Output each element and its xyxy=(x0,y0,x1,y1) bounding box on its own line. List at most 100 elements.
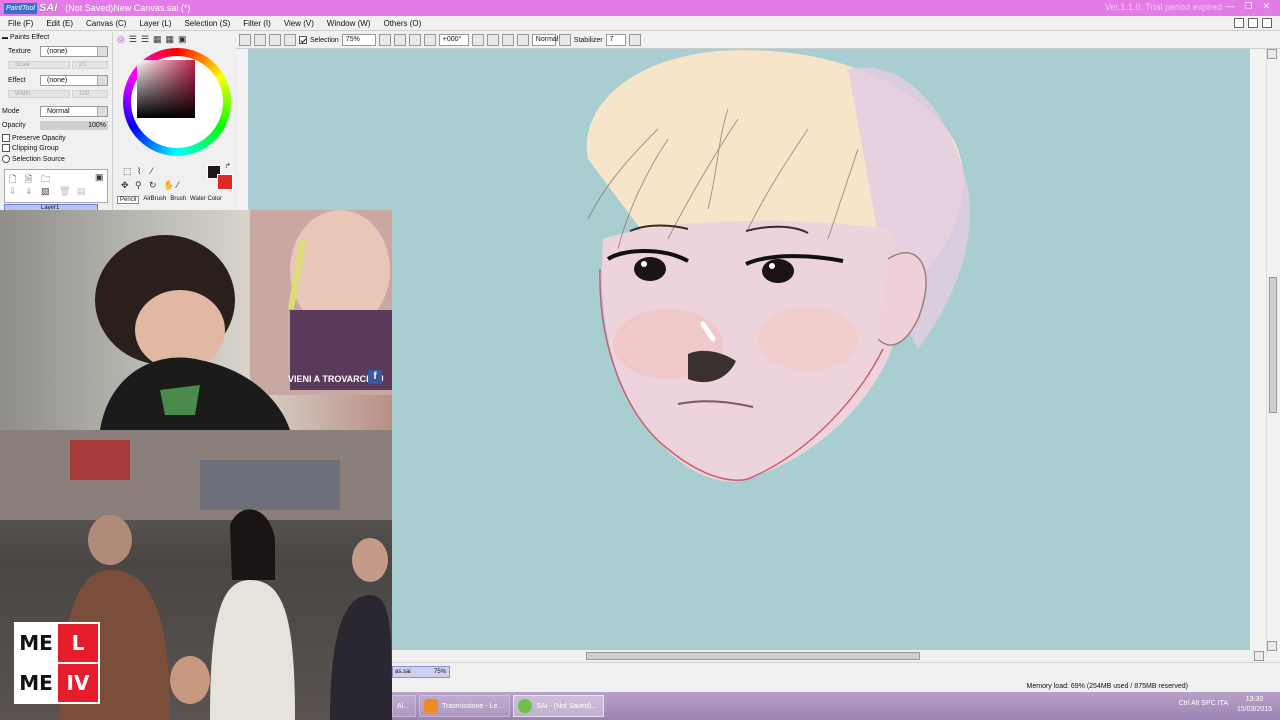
stabilizer-field[interactable]: 7 xyxy=(605,34,626,46)
effect-strength-slider[interactable]: 100 xyxy=(72,90,108,98)
texture-scale-slider[interactable]: Scale xyxy=(8,61,70,69)
menu-window[interactable]: Window (W) xyxy=(327,19,371,28)
rotate-right-button[interactable] xyxy=(486,34,499,46)
zoom-icon[interactable]: ⚲ xyxy=(135,180,142,191)
paint-effect-header[interactable]: ▬ Paints Effect xyxy=(2,34,49,41)
menu-selection[interactable]: Selection (S) xyxy=(184,19,230,28)
color-wheel-tab-icon[interactable]: ◎ xyxy=(117,34,125,45)
clipping-group-checkbox[interactable] xyxy=(2,144,10,152)
scroll-down-icon[interactable] xyxy=(1267,641,1277,651)
mode-row: Mode Normal xyxy=(2,106,108,117)
secondary-color-swatch[interactable] xyxy=(217,174,233,190)
horizontal-scrollbar[interactable] xyxy=(392,650,1266,662)
invert-selection-button[interactable] xyxy=(239,34,251,46)
zoom-dropdown-icon[interactable] xyxy=(378,34,391,46)
opacity-row: Opacity 100% xyxy=(2,121,108,130)
opacity-slider[interactable]: 100% xyxy=(40,121,108,130)
menu-file[interactable]: File (F) xyxy=(8,19,33,28)
horizontal-scroll-thumb[interactable] xyxy=(586,652,920,660)
taskbar-item-2[interactable]: Trasmissione - Le... xyxy=(419,695,511,717)
effect-select[interactable]: (none) xyxy=(40,75,108,86)
menu-canvas[interactable]: Canvas (C) xyxy=(86,19,126,28)
hand-icon[interactable]: ✋ xyxy=(163,180,174,191)
close-icon[interactable]: ✕ xyxy=(1262,1,1270,12)
zoom-reset-button[interactable] xyxy=(423,34,436,46)
document-tab[interactable]: as.sai 75% xyxy=(392,666,450,678)
taskbar-item-1[interactable]: Al... xyxy=(392,695,417,717)
brush-tool[interactable]: Brush xyxy=(170,196,186,204)
maximize-icon[interactable]: ❐ xyxy=(1244,1,1252,12)
person-2-body xyxy=(210,580,295,720)
selection-checkbox[interactable] xyxy=(299,36,307,44)
lasso-icon[interactable]: ⌇ xyxy=(137,166,141,177)
blend-mode-dropdown-icon[interactable] xyxy=(558,34,571,46)
mdi-close-icon[interactable] xyxy=(1262,18,1272,28)
rotation-field[interactable]: +000° xyxy=(438,34,469,46)
mdi-restore-icon[interactable] xyxy=(1234,18,1244,28)
swap-colors-icon[interactable]: ↱ xyxy=(225,162,231,170)
mode-select[interactable]: Normal xyxy=(40,106,108,117)
water-color-tool[interactable]: Water Color xyxy=(190,196,222,204)
rgb-slider-tab-icon[interactable]: ☰ xyxy=(129,34,137,45)
scroll-up-icon[interactable] xyxy=(1267,49,1277,59)
swatches-tab-icon[interactable]: ▦ xyxy=(166,34,175,45)
airbrush-tool[interactable]: AirBrush xyxy=(143,196,166,204)
menu-layer[interactable]: Layer (L) xyxy=(139,19,171,28)
minimize-icon[interactable]: — xyxy=(1225,1,1234,12)
layer-menu-icon[interactable]: ▣ xyxy=(95,172,104,183)
zoom-out-button[interactable] xyxy=(393,34,406,46)
system-clock[interactable]: 13:30 15/03/2015 xyxy=(1237,695,1272,715)
menu-edit[interactable]: Edit (E) xyxy=(46,19,73,28)
drawing-canvas[interactable] xyxy=(248,49,1250,650)
merge-down-icon[interactable]: ⇓ xyxy=(25,186,33,197)
saturation-value-square[interactable] xyxy=(137,60,195,118)
vertical-scrollbar[interactable] xyxy=(1266,49,1278,653)
texture-label: Texture xyxy=(8,48,31,55)
paste-button[interactable] xyxy=(284,34,296,46)
pencil-tool[interactable]: Pencil xyxy=(117,196,140,204)
paint-effect-title: Paints Effect xyxy=(10,34,50,41)
taskbar-item-3[interactable]: SAI - (Not Saved)... xyxy=(513,695,604,717)
document-tab-zoom: 75% xyxy=(433,669,446,675)
texture-select[interactable]: (none) xyxy=(40,46,108,57)
booth-banner xyxy=(70,440,130,480)
rotate-reset-button[interactable] xyxy=(501,34,514,46)
rect-select-icon[interactable]: ⬚ xyxy=(123,166,132,177)
mdi-maximize-icon[interactable] xyxy=(1248,18,1258,28)
effect-width-slider[interactable]: Width xyxy=(8,90,70,98)
selection-source-checkbox[interactable] xyxy=(2,155,10,163)
scroll-right-icon[interactable] xyxy=(1254,651,1264,661)
eye-right xyxy=(762,259,794,283)
magic-wand-icon[interactable]: ⁄ xyxy=(151,166,153,176)
transfer-down-icon[interactable]: ⇩ xyxy=(9,186,17,197)
flip-button[interactable] xyxy=(516,34,529,46)
blend-mode-field[interactable]: Normal xyxy=(531,34,558,46)
menu-filter[interactable]: Filter (I) xyxy=(243,19,271,28)
menu-view[interactable]: View (V) xyxy=(284,19,314,28)
rotate-icon[interactable]: ↻ xyxy=(149,180,157,191)
zoom-in-button[interactable] xyxy=(408,34,421,46)
menu-others[interactable]: Others (O) xyxy=(383,19,421,28)
select-all-button[interactable] xyxy=(254,34,266,46)
delete-layer-icon[interactable]: 🗑 xyxy=(59,186,70,197)
texture-strength-slider[interactable]: 20 xyxy=(72,61,108,69)
menu-bar: File (F) Edit (E) Canvas (C) Layer (L) S… xyxy=(0,16,1280,31)
preserve-opacity-checkbox[interactable] xyxy=(2,134,10,142)
color-mixer-tab-icon[interactable]: ▦ xyxy=(153,34,162,45)
texture-row: Texture (none) xyxy=(8,46,108,57)
zoom-field[interactable]: 75% xyxy=(341,34,376,46)
vertical-scroll-thumb[interactable] xyxy=(1269,277,1277,413)
title-bar: PaintTool SAI (Not Saved)New Canvas.sai … xyxy=(0,0,1280,16)
tray-indicators[interactable]: Ctrl Alt SPC ITA xyxy=(1179,700,1228,707)
move-icon[interactable]: ✥ xyxy=(121,180,129,191)
selection-label: Selection xyxy=(310,36,339,44)
eye-right-highlight xyxy=(769,263,775,269)
clear-layer-icon[interactable]: ▧ xyxy=(41,186,50,197)
hsv-slider-tab-icon[interactable]: ☰ xyxy=(141,34,149,45)
stabilizer-dropdown-icon[interactable] xyxy=(628,34,641,46)
eyedropper-icon[interactable]: ⁄ xyxy=(177,180,179,190)
rotate-left-button[interactable] xyxy=(471,34,484,46)
scratchpad-tab-icon[interactable]: ▣ xyxy=(178,34,187,45)
apply-mask-icon[interactable]: ▤ xyxy=(77,186,86,197)
transform-button[interactable] xyxy=(269,34,281,46)
